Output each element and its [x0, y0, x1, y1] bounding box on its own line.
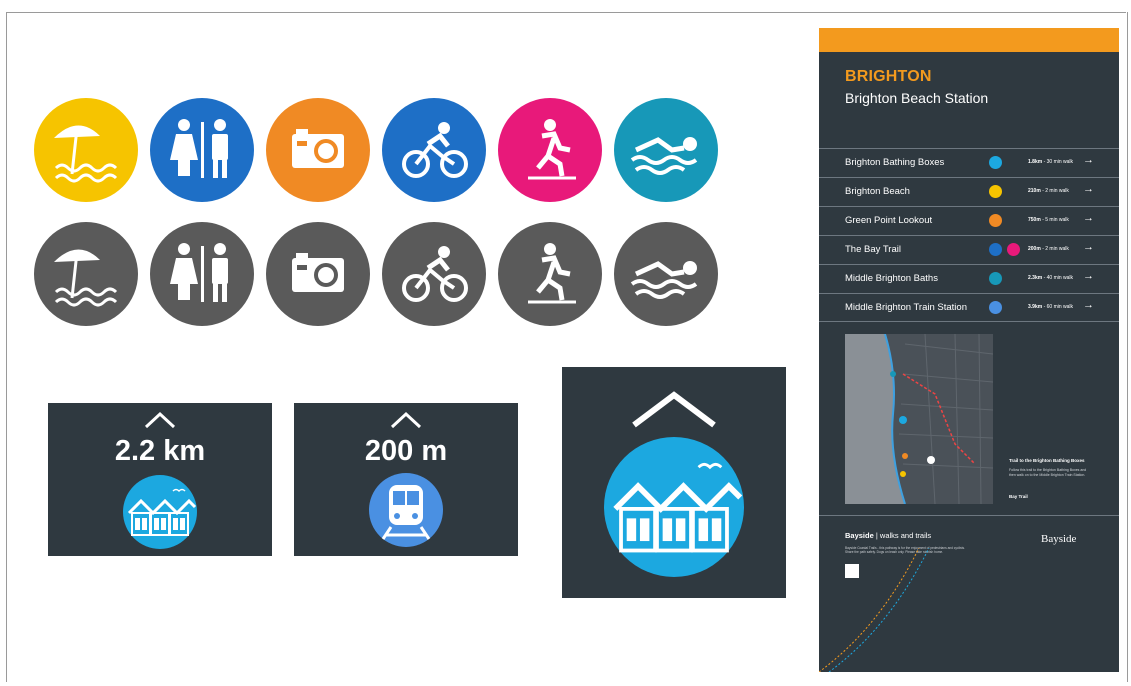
swimming-icon-grey: [614, 222, 718, 326]
destination-name: Green Point Lookout: [845, 215, 933, 226]
cycling-icon-grey: [382, 222, 486, 326]
sign-distance-text: 2.2 km: [114, 435, 206, 467]
swimming-icon: [989, 272, 1002, 285]
destination-row: Brighton Bathing Boxes 1.8km - 30 min wa…: [819, 148, 1119, 177]
image-frame-edge: [1127, 12, 1128, 682]
panel-title: BRIGHTON: [845, 68, 932, 85]
panel-divider: [819, 515, 1119, 516]
arrow-right-icon: →: [1083, 299, 1094, 311]
swimming-icon: [614, 98, 718, 202]
panel-accent-bar: [819, 28, 1119, 52]
destination-distance: 750m - 5 min walk: [1028, 217, 1069, 223]
destination-distance: 210m - 2 min walk: [1028, 188, 1069, 194]
walking-icon: [498, 98, 602, 202]
legend-bay-trail: Bay Trail: [1009, 494, 1028, 499]
destination-row: Middle Brighton Train Station 3.9km - 60…: [819, 293, 1119, 322]
destination-name: Brighton Bathing Boxes: [845, 157, 945, 168]
panel-subtitle: Brighton Beach Station: [845, 90, 989, 106]
legend-trail: Trail to the Brighton Bathing Boxes: [1009, 458, 1085, 463]
destination-name: Brighton Beach: [845, 186, 910, 197]
beach-icon: [34, 98, 138, 202]
arrow-right-icon: →: [1083, 212, 1094, 224]
destination-row: Brighton Beach 210m - 2 min walk →: [819, 177, 1119, 206]
walking-icon-grey: [498, 222, 602, 326]
destination-name: Middle Brighton Baths: [845, 273, 938, 284]
sign-distance-text: 200 m: [364, 435, 448, 467]
wayfinding-panel: BRIGHTON Brighton Beach Station Brighton…: [819, 28, 1119, 672]
caret-up-icon: [632, 391, 716, 428]
sign-distance-bathing-boxes: 2.2 km: [48, 403, 272, 556]
caret-up-icon: [390, 411, 422, 429]
destination-row: Middle Brighton Baths 2.3km - 40 min wal…: [819, 264, 1119, 293]
camera-icon: [989, 214, 1002, 227]
camera-icon-grey: [266, 222, 370, 326]
decorative-trail-lines: [819, 548, 930, 672]
cycling-icon: [382, 98, 486, 202]
bathing-boxes-icon: [989, 156, 1002, 169]
bayside-logo: Bayside: [1041, 533, 1077, 545]
arrow-right-icon: →: [1083, 241, 1094, 253]
destination-name: The Bay Trail: [845, 244, 901, 255]
camera-icon: [266, 98, 370, 202]
destination-row: Green Point Lookout 750m - 5 min walk →: [819, 206, 1119, 235]
bathing-boxes-icon: [123, 475, 197, 549]
destination-distance: 3.9km - 60 min walk: [1028, 304, 1074, 310]
train-icon: [989, 301, 1002, 314]
arrow-right-icon: →: [1083, 154, 1094, 166]
beach-icon-grey: [34, 222, 138, 326]
cycling-icon: [989, 243, 1002, 256]
destination-distance: 200m - 2 min walk: [1028, 246, 1069, 252]
area-map: [845, 334, 993, 504]
sign-bathing-boxes-large: [562, 367, 786, 598]
beach-icon: [989, 185, 1002, 198]
caret-up-icon: [144, 411, 176, 429]
brand-line: Bayside | walks and trails: [845, 531, 932, 540]
walking-icon: [1007, 243, 1020, 256]
destination-distance: 2.3km - 40 min walk: [1028, 275, 1074, 281]
map-graphic: [845, 334, 993, 504]
toilets-icon: [150, 98, 254, 202]
destination-list: Brighton Bathing Boxes 1.8km - 30 min wa…: [819, 148, 1119, 322]
legend-description: Follow this trail to the Brighton Bathin…: [1009, 468, 1087, 477]
destination-name: Middle Brighton Train Station: [845, 302, 967, 313]
destination-row: The Bay Trail 200m - 2 min walk →: [819, 235, 1119, 264]
sign-distance-train: 200 m: [294, 403, 518, 556]
bathing-boxes-icon: [604, 437, 744, 577]
toilets-icon-grey: [150, 222, 254, 326]
arrow-right-icon: →: [1083, 183, 1094, 195]
train-icon: [369, 473, 443, 547]
arrow-right-icon: →: [1083, 270, 1094, 282]
destination-distance: 1.8km - 30 min walk: [1028, 159, 1074, 165]
